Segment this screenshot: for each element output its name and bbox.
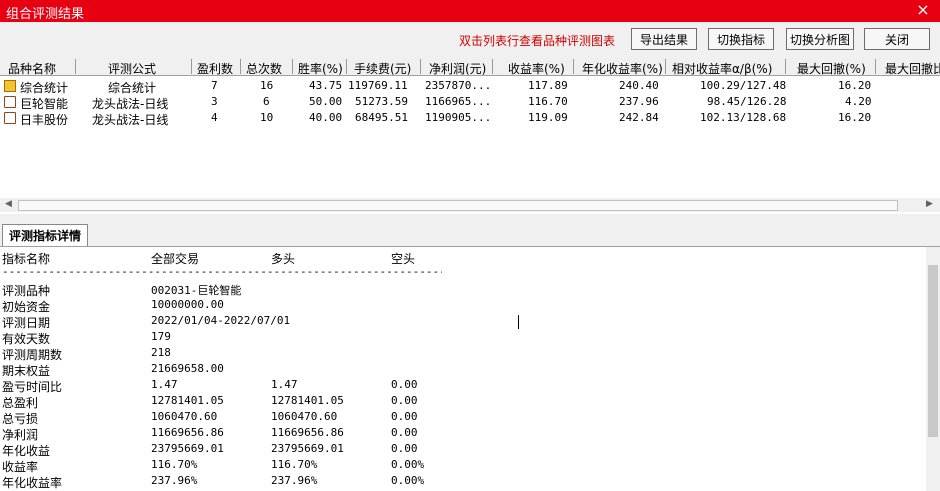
- scrollbar-thumb[interactable]: [928, 265, 938, 437]
- metric-value: 23795669.01: [271, 442, 344, 455]
- col-max-drawdown[interactable]: 最大回撤(%): [797, 60, 866, 77]
- metric-name: 净利润: [2, 428, 39, 442]
- scroll-right-icon[interactable]: ▶: [926, 199, 933, 209]
- col-formula[interactable]: 评测公式: [108, 60, 156, 77]
- metric-value: 11669656.86: [271, 426, 344, 439]
- metric-value: 116.70%: [151, 458, 198, 471]
- metric-value: 11669656.86: [151, 426, 224, 439]
- metric-value: 0.00: [391, 442, 418, 455]
- window-title: 组合评测结果: [6, 7, 85, 22]
- metric-value: 218: [151, 346, 171, 359]
- metric-value: 2022/01/04-2022/07/01: [151, 314, 291, 327]
- col-wins[interactable]: 盈利数: [197, 60, 233, 77]
- metric-name: 收益率: [2, 460, 39, 474]
- switch-indicator-button[interactable]: 切换指标: [708, 28, 774, 50]
- col-net-profit[interactable]: 净利润(元): [429, 60, 486, 77]
- pane-splitter[interactable]: [0, 214, 940, 222]
- col-return[interactable]: 收益率(%): [508, 60, 565, 77]
- col-max-drawdown-ratio[interactable]: 最大回撤比: [885, 60, 940, 77]
- metric-value: 0.00: [391, 378, 418, 391]
- detail-text-area[interactable]: 指标名称 全部交易 多头 空头 ------------------------…: [0, 247, 926, 491]
- metric-value: 0.00: [391, 394, 418, 407]
- vertical-scrollbar[interactable]: [926, 247, 940, 491]
- metric-value: 0.00: [391, 410, 418, 423]
- metric-name: 评测品种: [2, 284, 51, 298]
- metric-name: 年化收益: [2, 444, 51, 458]
- metric-name: 总盈利: [2, 396, 39, 410]
- scroll-left-icon[interactable]: ◀: [5, 199, 12, 209]
- col-winrate[interactable]: 胜率(%): [298, 60, 343, 77]
- metric-value: 23795669.01: [151, 442, 224, 455]
- horizontal-scrollbar[interactable]: ◀ ▶: [0, 198, 940, 212]
- text-cursor: [518, 315, 519, 329]
- metric-name: 盈亏时间比: [2, 380, 63, 394]
- table-row[interactable]: 巨轮智能 龙头战法-日线 3 6 50.00 51273.59 1166965.…: [0, 94, 940, 111]
- switch-analysis-chart-button[interactable]: 切换分析图: [786, 28, 854, 50]
- document-icon: [4, 112, 16, 124]
- detail-tab-bar: 评测指标详情: [0, 222, 940, 247]
- scrollbar-track[interactable]: [18, 200, 898, 211]
- metric-name: 期末权益: [2, 364, 51, 378]
- document-icon: [4, 96, 16, 108]
- col-fee[interactable]: 手续费(元): [354, 60, 411, 77]
- results-table: 品种名称 评测公式 盈利数 总次数 胜率(%) 手续费(元) 净利润(元) 收益…: [0, 58, 940, 214]
- metric-name: 总亏损: [2, 412, 39, 426]
- metric-name: 初始资金: [2, 300, 51, 314]
- title-bar: 组合评测结果 ×: [0, 0, 940, 22]
- metric-value: 002031-巨轮智能: [151, 284, 242, 297]
- table-header: 品种名称 评测公式 盈利数 总次数 胜率(%) 手续费(元) 净利润(元) 收益…: [0, 58, 940, 76]
- metric-value: 12781401.05: [151, 394, 224, 407]
- tab-evaluation-details[interactable]: 评测指标详情: [2, 224, 88, 246]
- metric-value: 237.96%: [151, 474, 198, 487]
- metric-name: 评测周期数: [2, 348, 63, 362]
- table-row[interactable]: 日丰股份 龙头战法-日线 4 10 40.00 68495.51 1190905…: [0, 110, 940, 127]
- metric-value: 12781401.05: [271, 394, 344, 407]
- metric-value: 1.47: [151, 378, 178, 391]
- metric-value: 0.00%: [391, 458, 425, 471]
- metric-name: 有效天数: [2, 332, 51, 346]
- toolbar: 双击列表行查看品种评测图表 导出结果 切换指标 切换分析图 关闭: [0, 22, 940, 58]
- col-relative-return[interactable]: 相对收益率α/β(%): [672, 60, 772, 77]
- metric-value: 179: [151, 330, 171, 343]
- metric-value: 1060470.60: [271, 410, 338, 423]
- metric-value: 1060470.60: [151, 410, 218, 423]
- metric-value: 116.70%: [271, 458, 318, 471]
- metric-value: 21669658.00: [151, 362, 224, 375]
- metric-name: 年化收益率: [2, 476, 63, 490]
- close-icon[interactable]: ×: [914, 1, 932, 19]
- detail-divider: ----------------------------------------…: [2, 265, 442, 278]
- metric-value: 237.96%: [271, 474, 318, 487]
- close-button[interactable]: 关闭: [864, 28, 930, 50]
- hint-text: 双击列表行查看品种评测图表: [459, 34, 616, 48]
- col-annual-return[interactable]: 年化收益率(%): [582, 60, 663, 77]
- metric-value: 10000000.00: [151, 298, 224, 311]
- metric-value: 0.00%: [391, 474, 425, 487]
- table-row[interactable]: 综合统计 综合统计 7 16 43.75 119769.11 2357870..…: [0, 78, 940, 95]
- col-total[interactable]: 总次数: [246, 60, 282, 77]
- folder-icon: [4, 80, 16, 92]
- metric-value: 1.47: [271, 378, 298, 391]
- col-instrument-name[interactable]: 品种名称: [8, 60, 56, 77]
- metric-name: 评测日期: [2, 316, 51, 330]
- metric-value: 0.00: [391, 426, 418, 439]
- export-results-button[interactable]: 导出结果: [631, 28, 697, 50]
